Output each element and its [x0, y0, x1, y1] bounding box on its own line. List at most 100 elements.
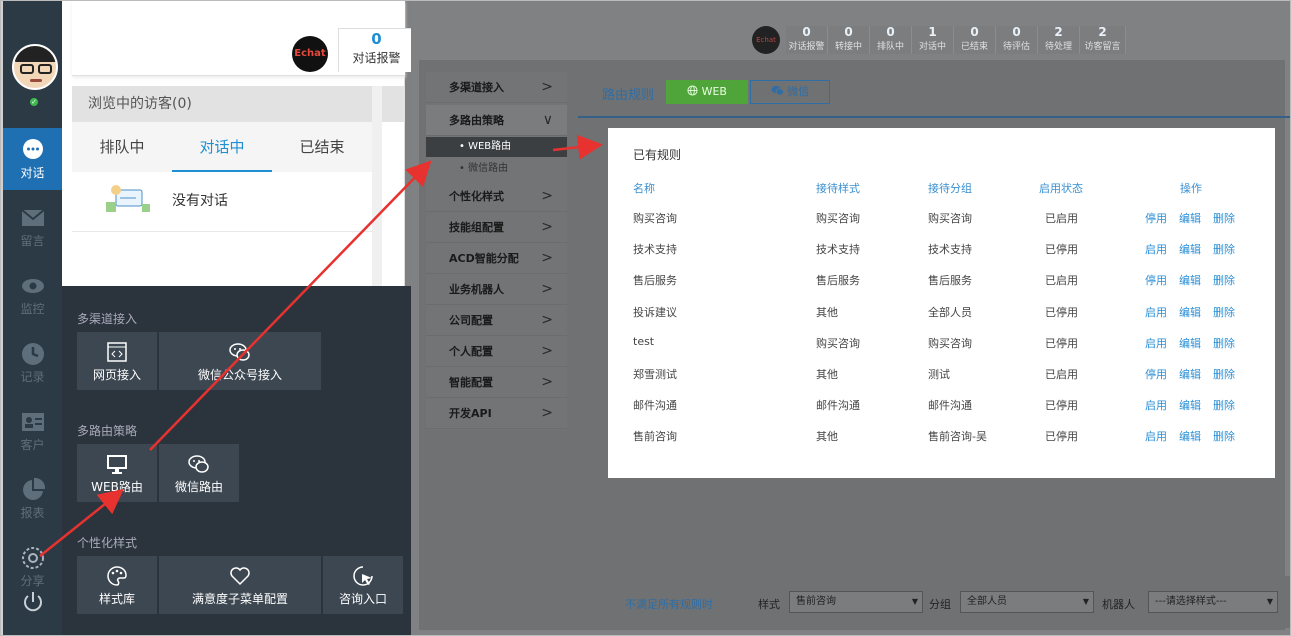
delete-rule-link[interactable]: 删除: [1213, 397, 1235, 413]
style-select[interactable]: 售前咨询 ▼: [789, 591, 923, 613]
stat-pending[interactable]: 2 待处理: [1038, 26, 1080, 54]
tile-web-route[interactable]: WEB路由: [77, 444, 157, 502]
stat-queue[interactable]: 0 排队中: [870, 26, 912, 54]
cell-style: 邮件沟通: [816, 399, 860, 412]
edit-rule-link[interactable]: 编辑: [1179, 397, 1201, 413]
toggle-rule-link[interactable]: 启用: [1145, 304, 1167, 320]
cell-name: 邮件沟通: [633, 399, 677, 412]
nav-item-share[interactable]: 分享: [3, 536, 62, 598]
tab-chatting[interactable]: 对话中: [172, 122, 272, 172]
nav-item-monitor[interactable]: 监控: [3, 264, 62, 326]
cell-group: 测试: [928, 368, 950, 381]
wechat-icon: [771, 85, 784, 96]
menu-item-skill-group[interactable]: 技能组配置 >: [426, 212, 567, 243]
edit-rule-link[interactable]: 编辑: [1179, 366, 1201, 382]
tile-label: 样式库: [98, 592, 135, 606]
tile-satisfaction-menu[interactable]: 满意度子菜单配置: [159, 556, 321, 614]
edit-rule-link[interactable]: 编辑: [1179, 335, 1201, 351]
style-label: 样式: [758, 598, 780, 611]
edit-rule-link[interactable]: 编辑: [1179, 210, 1201, 226]
tile-wechat-official[interactable]: 微信公众号接入: [159, 332, 321, 390]
col-header-style: 接待样式: [816, 182, 860, 195]
chevron-right-icon: >: [541, 405, 553, 421]
tile-wechat-route[interactable]: 微信路由: [159, 444, 239, 502]
tile-consult-entry[interactable]: 咨询入口: [323, 556, 403, 614]
toggle-rule-link[interactable]: 停用: [1145, 272, 1167, 288]
alarm-label: 对话报警: [352, 51, 401, 65]
cell-style: 其他: [816, 306, 838, 319]
stat-alarm[interactable]: 0 对话报警: [786, 26, 828, 54]
agent-avatar[interactable]: [12, 44, 58, 90]
delete-rule-link[interactable]: 删除: [1213, 241, 1235, 257]
nav-item-record[interactable]: 记录: [3, 332, 62, 394]
stat-transfer[interactable]: 0 转接中: [828, 26, 870, 54]
cell-group: 全部人员: [928, 306, 972, 319]
visitor-list-header[interactable]: 浏览中的访客(0): [72, 86, 372, 122]
cell-group: 购买咨询: [928, 337, 972, 350]
menu-item-company[interactable]: 公司配置 >: [426, 305, 567, 336]
web-tab-button[interactable]: WEB: [666, 80, 748, 104]
tile-label: 咨询入口: [338, 592, 387, 606]
fallback-bar: 不满足所有规则时 样式 售前咨询 ▼ 分组 全部人员 ▼ 机器人 ---请选择样式-…: [578, 576, 1291, 628]
tab-queue[interactable]: 排队中: [72, 122, 172, 172]
settings-popup: 多渠道接入 网页接入 微信公众号接入 多路由策略 WEB路由 微信路由 个性化样…: [62, 286, 411, 636]
nav-item-report[interactable]: 报表: [3, 468, 62, 530]
rules-card: 已有规则 名称 接待样式 接待分组 启用状态 操作 购买咨询 购买咨询 购买咨询 已启…: [608, 128, 1275, 478]
tab-ended[interactable]: 已结束: [272, 122, 372, 172]
delete-rule-link[interactable]: 删除: [1213, 335, 1235, 351]
nav-item-message[interactable]: 留言: [3, 196, 62, 258]
menu-item-robot[interactable]: 业务机器人 >: [426, 274, 567, 305]
submenu-wechat-route[interactable]: • 微信路由: [426, 159, 567, 179]
menu-item-routing[interactable]: 多路由策略 ∨: [426, 105, 567, 136]
stat-ended[interactable]: 0 已结束: [954, 26, 996, 54]
route-rules-header: 路由规则 WEB 微信: [578, 72, 1291, 118]
cell-name: 技术支持: [633, 243, 677, 256]
stat-chatting[interactable]: 1 对话中: [912, 26, 954, 54]
stat-visitor-message[interactable]: 2 访客留言: [1080, 26, 1126, 54]
delete-rule-link[interactable]: 删除: [1213, 366, 1235, 382]
toggle-rule-link[interactable]: 启用: [1145, 241, 1167, 257]
edit-rule-link[interactable]: 编辑: [1179, 272, 1201, 288]
section-title: 多渠道接入: [77, 312, 138, 326]
robot-select[interactable]: ---请选择样式--- ▼: [1148, 591, 1278, 613]
nav-label: 记录: [20, 370, 45, 384]
alarm-counter[interactable]: 0 对话报警: [338, 28, 415, 72]
group-select[interactable]: 全部人员 ▼: [960, 591, 1094, 613]
tile-web-access[interactable]: 网页接入: [77, 332, 157, 390]
toggle-rule-link[interactable]: 停用: [1145, 366, 1167, 382]
nav-label: 对话: [20, 166, 45, 180]
edit-rule-link[interactable]: 编辑: [1179, 241, 1201, 257]
delete-rule-link[interactable]: 删除: [1213, 428, 1235, 444]
cell-style: 购买咨询: [816, 337, 860, 350]
menu-item-api[interactable]: 开发API >: [426, 398, 567, 429]
toggle-rule-link[interactable]: 启用: [1145, 397, 1167, 413]
submenu-web-route[interactable]: • WEB路由: [426, 137, 567, 157]
menu-item-smart[interactable]: 智能配置 >: [426, 367, 567, 398]
nav-item-chat[interactable]: 对话: [3, 128, 62, 190]
code-window-icon: [107, 342, 127, 362]
monitor-icon: [107, 455, 127, 474]
toggle-rule-link[interactable]: 启用: [1145, 428, 1167, 444]
stat-to-evaluate[interactable]: 0 待评估: [996, 26, 1038, 54]
delete-rule-link[interactable]: 删除: [1213, 210, 1235, 226]
edit-rule-link[interactable]: 编辑: [1179, 304, 1201, 320]
tile-style-library[interactable]: 样式库: [77, 556, 157, 614]
wechat-tab-button[interactable]: 微信: [750, 80, 830, 104]
menu-item-personal[interactable]: 个人配置 >: [426, 336, 567, 367]
cell-name: 售前咨询: [633, 430, 677, 443]
rules-title: 已有规则: [633, 148, 682, 162]
dropdown-arrow-icon: ▼: [1266, 597, 1273, 606]
edit-rule-link[interactable]: 编辑: [1179, 428, 1201, 444]
menu-item-style[interactable]: 个性化样式 >: [426, 181, 567, 212]
delete-rule-link[interactable]: 删除: [1213, 304, 1235, 320]
chevron-right-icon: >: [541, 219, 553, 235]
cursor-click-icon: [353, 566, 373, 586]
dropdown-arrow-icon: ▼: [911, 597, 918, 606]
menu-item-channel[interactable]: 多渠道接入 >: [426, 72, 567, 103]
toggle-rule-link[interactable]: 停用: [1145, 210, 1167, 226]
toggle-rule-link[interactable]: 启用: [1145, 335, 1167, 351]
nav-item-customer[interactable]: 客户: [3, 400, 62, 462]
power-icon[interactable]: [21, 590, 45, 614]
delete-rule-link[interactable]: 删除: [1213, 272, 1235, 288]
menu-item-acd[interactable]: ACD智能分配 >: [426, 243, 567, 274]
